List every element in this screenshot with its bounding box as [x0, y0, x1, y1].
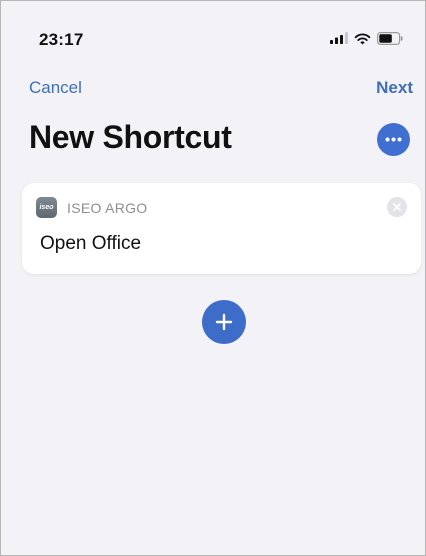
wifi-icon: [354, 33, 371, 44]
plus-icon: [215, 313, 233, 331]
next-button[interactable]: Next: [376, 78, 413, 98]
app-icon-label: iseo: [39, 204, 54, 211]
app-name: ISEO ARGO: [67, 200, 148, 216]
add-action-button[interactable]: [202, 300, 246, 344]
phone-screen: 23:17 Cancel Next New Shortcut iseo ISEO…: [0, 0, 426, 556]
ellipsis-icon: [385, 137, 402, 142]
status-time: 23:17: [39, 30, 84, 49]
battery-icon: [377, 31, 403, 45]
close-icon: [393, 203, 401, 211]
cancel-button[interactable]: Cancel: [29, 78, 82, 98]
action-label[interactable]: Open Office: [40, 233, 141, 255]
signal-icon: [330, 32, 348, 44]
iseo-app-icon: iseo: [36, 197, 57, 218]
page-title: New Shortcut: [29, 119, 232, 155]
remove-action-button[interactable]: [387, 197, 407, 217]
status-bar: 23:17: [1, 1, 425, 71]
more-options-button[interactable]: [377, 123, 410, 156]
action-card[interactable]: iseo ISEO ARGO Open Office: [22, 183, 421, 274]
status-icons: [330, 31, 403, 45]
